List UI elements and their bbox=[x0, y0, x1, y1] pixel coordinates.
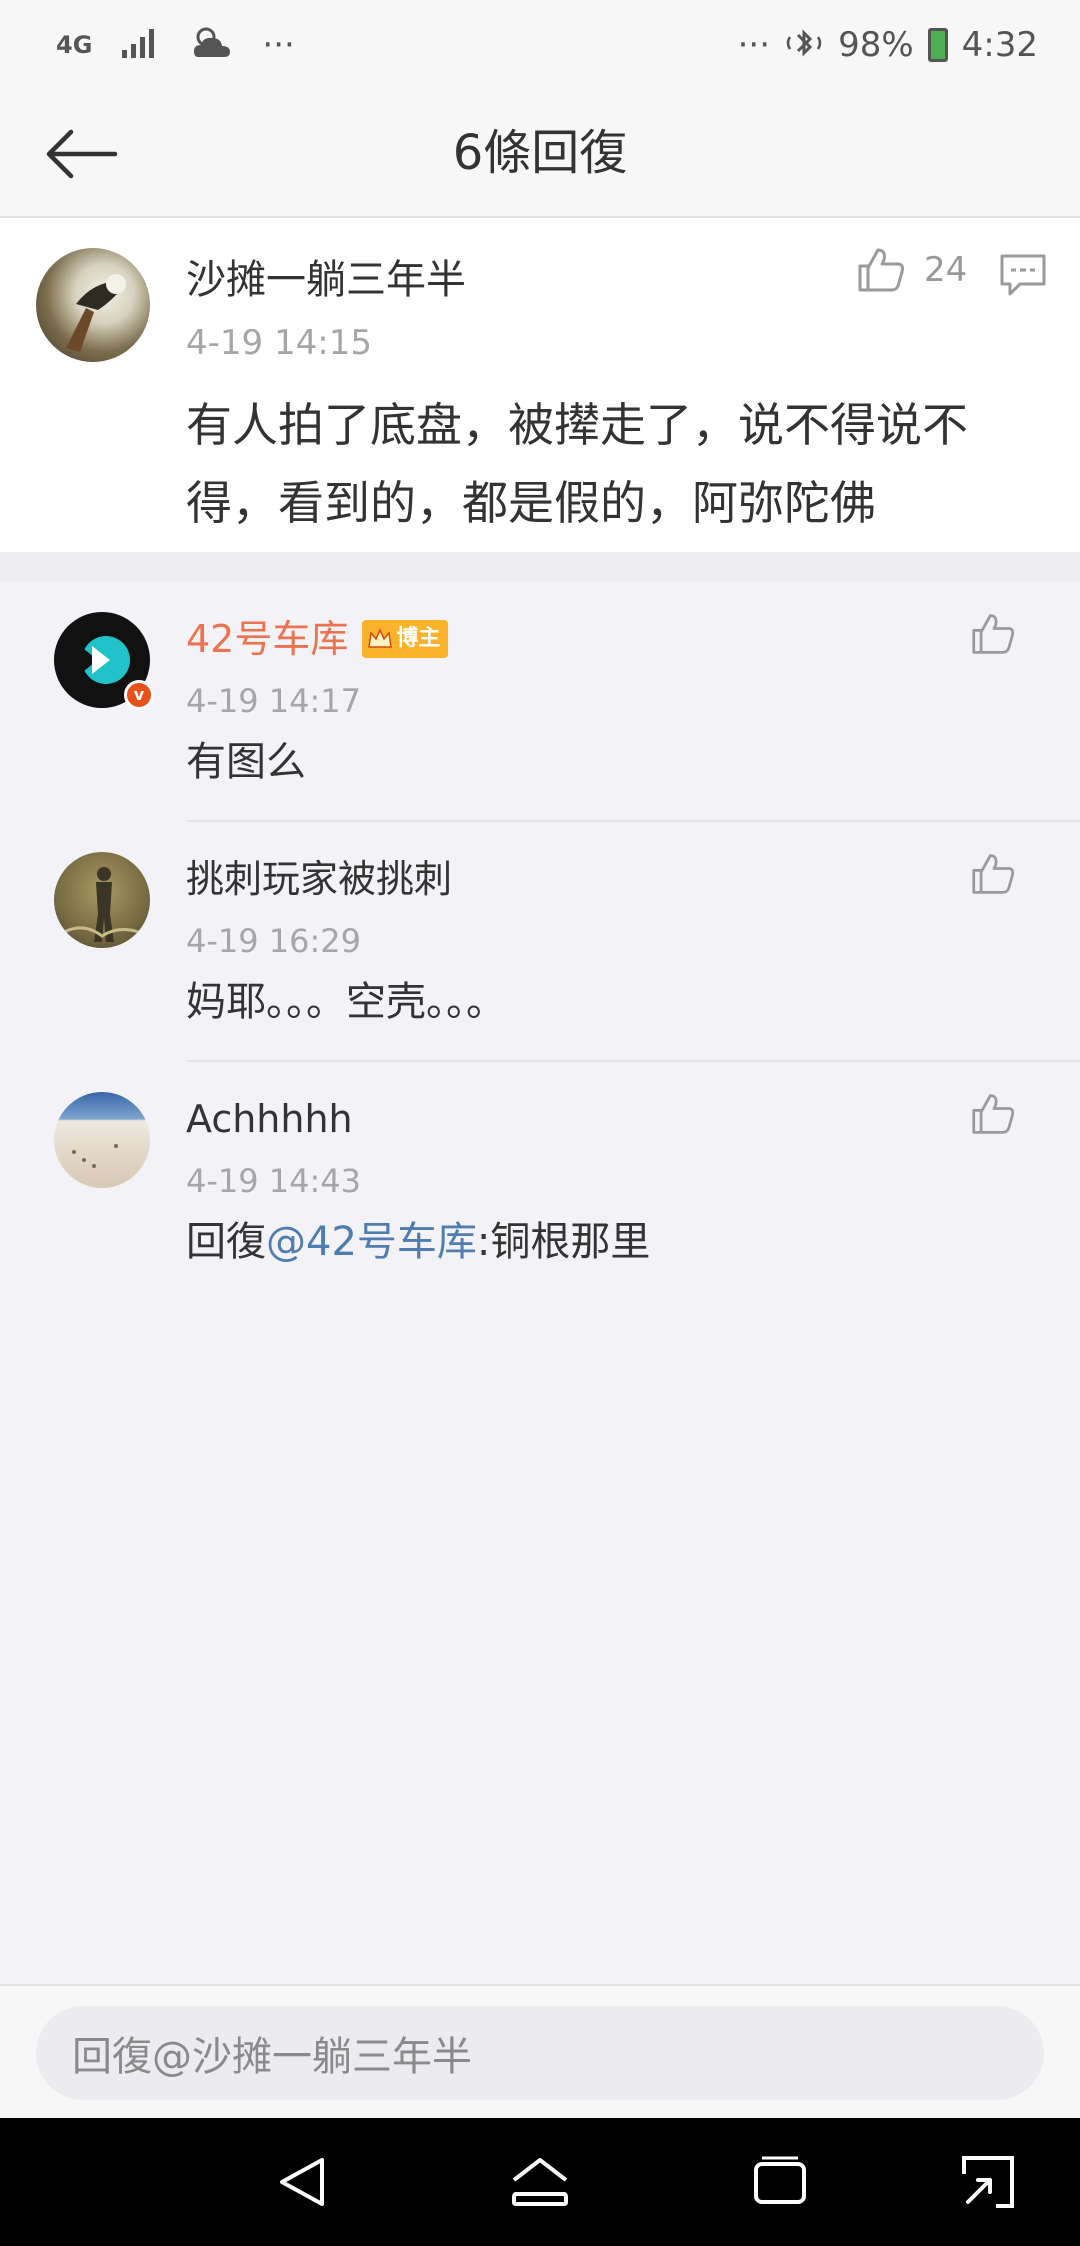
weather-icon bbox=[188, 23, 234, 67]
mention-link[interactable]: @42号车库 bbox=[266, 1219, 477, 1265]
system-nav-bar bbox=[0, 2118, 1080, 2246]
root-like-button[interactable]: 24 bbox=[856, 246, 967, 294]
like-button[interactable] bbox=[970, 852, 1016, 900]
comment-button[interactable] bbox=[998, 252, 1048, 302]
reply-user-name-text: 42号车库 bbox=[186, 617, 349, 661]
reply-user-name[interactable]: 42号车库 博主 bbox=[186, 610, 449, 668]
status-bar: 4G ··· ··· 98% 4:32 bbox=[0, 0, 1080, 90]
nav-home-icon bbox=[512, 2158, 568, 2206]
status-more-left: ··· bbox=[262, 25, 295, 65]
bluetooth-icon bbox=[784, 23, 824, 67]
root-user-name[interactable]: 沙摊一躺三年半 bbox=[186, 250, 466, 310]
root-like-count: 24 bbox=[924, 250, 968, 290]
nav-recents-icon bbox=[754, 2156, 806, 2204]
clock: 4:32 bbox=[961, 25, 1038, 65]
like-button[interactable] bbox=[970, 612, 1016, 660]
reply-item: Achhhhh 4-19 14:43 回復@42号车库:铜根那里 bbox=[0, 1062, 1080, 1302]
reply-prefix: 回復 bbox=[186, 1219, 266, 1265]
reply-text: 有图么 bbox=[186, 739, 306, 785]
blogger-badge-label: 博主 bbox=[396, 626, 441, 651]
reply-input[interactable]: 回復@沙摊一躺三年半 bbox=[36, 2006, 1044, 2100]
avatar[interactable] bbox=[36, 248, 150, 362]
reply-input-bar: 回復@沙摊一躺三年半 bbox=[0, 1984, 1080, 2118]
thumbs-up-icon bbox=[858, 248, 904, 292]
avatar[interactable] bbox=[54, 1092, 150, 1188]
thumbs-up-icon bbox=[972, 854, 1015, 894]
expand-icon bbox=[962, 2156, 1014, 2208]
root-time: 4-19 14:15 bbox=[186, 323, 372, 363]
page-title: 6條回復 bbox=[452, 125, 628, 181]
section-divider bbox=[0, 552, 1080, 582]
reply-text: 妈耶。。。空壳。。。 bbox=[186, 979, 506, 1025]
reply-user-name[interactable]: Achhhhh bbox=[186, 1090, 353, 1148]
reply-user-name[interactable]: 挑刺玩家被挑刺 bbox=[186, 850, 452, 908]
nav-back-button[interactable] bbox=[270, 2150, 334, 2214]
like-button[interactable] bbox=[970, 1092, 1016, 1140]
reply-item: v 42号车库 博主 4-19 14:17 有图么 bbox=[0, 582, 1080, 822]
nav-recents-button[interactable] bbox=[748, 2150, 812, 2214]
battery-icon bbox=[927, 28, 948, 62]
reply-text: 回復@42号车库:铜根那里 bbox=[186, 1212, 650, 1272]
crown-icon bbox=[368, 628, 393, 648]
reply-item: 挑刺玩家被挑刺 4-19 16:29 妈耶。。。空壳。。。 bbox=[0, 822, 1080, 1062]
root-comment-text: 有人拍了底盘，被撵走了，说不得说不得，看到的，都是假的，阿弥陀佛 bbox=[186, 398, 968, 530]
thumbs-up-icon bbox=[972, 614, 1015, 654]
thumbs-up-icon bbox=[972, 1094, 1015, 1134]
avatar[interactable] bbox=[54, 852, 150, 948]
root-comment: 沙摊一躺三年半 4-19 14:15 24 有人拍了底盘，被撵走了，说不得说不得… bbox=[0, 218, 1080, 552]
status-right: ··· 98% 4:32 bbox=[738, 22, 1080, 68]
nav-expand-button[interactable] bbox=[956, 2150, 1020, 2214]
network-type-label: 4G bbox=[56, 31, 93, 59]
nav-home-button[interactable] bbox=[508, 2150, 572, 2214]
status-left: 4G ··· bbox=[56, 22, 295, 68]
comment-icon bbox=[1000, 254, 1046, 296]
reply-time: 4-19 14:17 bbox=[186, 682, 362, 720]
reply-time: 4-19 16:29 bbox=[186, 922, 362, 960]
reply-body: :铜根那里 bbox=[476, 1219, 651, 1265]
title-bar: 6條回復 bbox=[0, 90, 1080, 218]
reply-time: 4-19 14:43 bbox=[186, 1162, 362, 1200]
battery-percent: 98% bbox=[838, 25, 914, 65]
verified-badge-icon: v bbox=[124, 680, 154, 710]
nav-back-icon bbox=[280, 2158, 324, 2206]
status-more-right: ··· bbox=[737, 25, 771, 65]
signal-icon bbox=[120, 26, 160, 64]
blogger-badge: 博主 bbox=[362, 620, 449, 658]
reply-list: v 42号车库 博主 4-19 14:17 有图么 挑刺玩家被挑刺 4-19 1… bbox=[0, 582, 1080, 1302]
